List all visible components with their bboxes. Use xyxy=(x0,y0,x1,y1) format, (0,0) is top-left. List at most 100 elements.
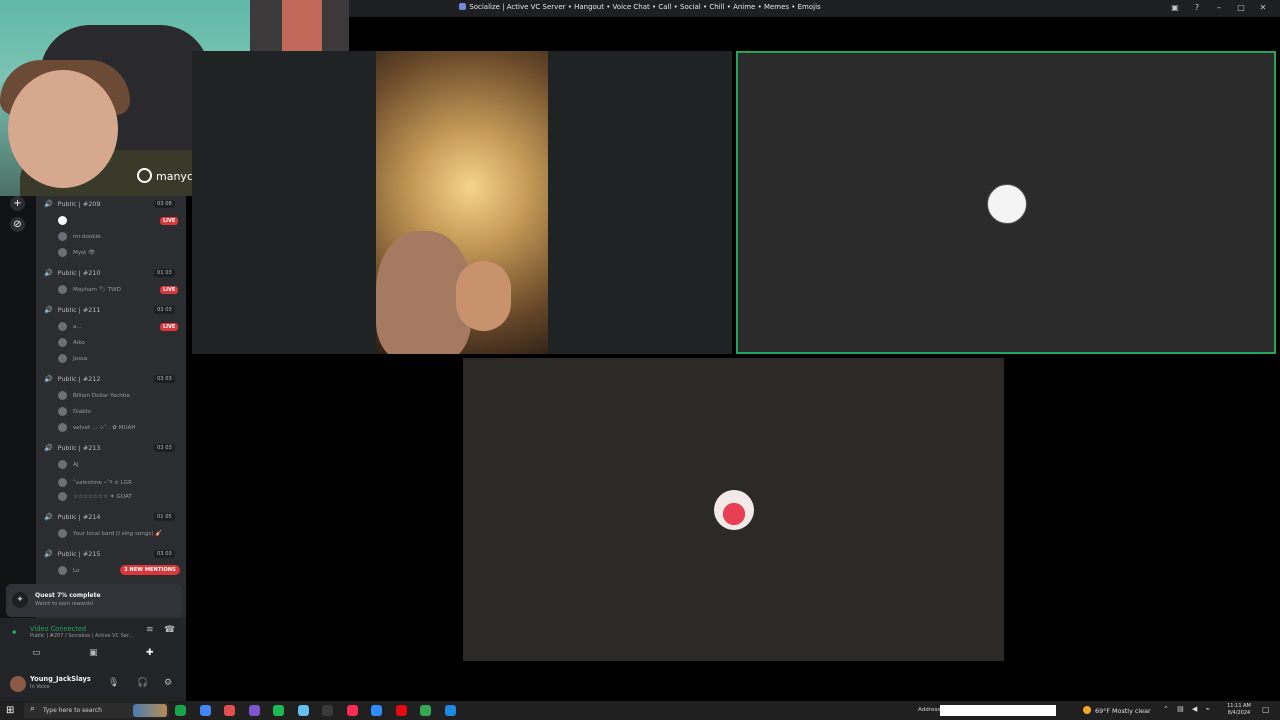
voice-status[interactable]: Video Connected xyxy=(30,625,86,633)
weather-text: 69°F Mostly clear xyxy=(1095,707,1151,715)
avatar xyxy=(58,566,67,575)
participant-video xyxy=(376,51,548,354)
speaker-icon: 🔊 xyxy=(44,375,53,383)
voice-channel-count: 01 05 xyxy=(154,513,175,521)
avatar xyxy=(58,248,67,257)
maximize-button[interactable]: □ xyxy=(1230,3,1252,12)
clock-date: 8/4/2024 xyxy=(1227,710,1251,716)
voice-channel[interactable]: Public | #207 / Socialize | Active VC Se… xyxy=(30,633,133,639)
taskbar-app-icon[interactable] xyxy=(347,705,358,716)
avatar xyxy=(58,322,67,331)
participant-avatar xyxy=(714,490,754,530)
voice-channel-item[interactable]: 🔊 Public | #211 03 03 xyxy=(44,306,175,314)
taskbar-app-icon[interactable] xyxy=(396,705,407,716)
avatar xyxy=(58,232,67,241)
notification-icon[interactable]: ▢ xyxy=(1262,705,1270,714)
voice-user-name: Your local bard (I sing songs) 🎸 xyxy=(73,531,163,537)
signal-icon[interactable]: ⦁ xyxy=(12,627,17,637)
voice-user-item[interactable]: ˚valentine ⋆˚࿔ ✮ LGR xyxy=(58,476,132,492)
user-panel: Young_JackSlays In Voice 🎙 🎧 ⚙ xyxy=(0,668,186,701)
quest-panel[interactable]: ✦ Quest 7% complete Watch to earn reward… xyxy=(6,584,182,617)
taskbar-app-icon[interactable] xyxy=(175,705,186,716)
voice-user-item[interactable]: AJ xyxy=(58,460,78,469)
taskbar-app-icon[interactable] xyxy=(273,705,284,716)
voice-channel-count: 03 03 xyxy=(154,375,175,383)
voice-user-item[interactable]: Jossa xyxy=(58,354,87,363)
inbox-icon[interactable]: ▣ xyxy=(1164,3,1186,12)
voice-user-name: Lo xyxy=(73,568,80,574)
clock[interactable]: 11:11 AM 8/4/2024 xyxy=(1224,703,1254,717)
voice-panel: ⦁ Video Connected Public | #207 / Social… xyxy=(0,618,186,668)
taskbar-app-icon[interactable] xyxy=(420,705,431,716)
voice-user-item[interactable]: Billion Dollar Yachtie xyxy=(58,391,130,400)
voice-channel-count: 03 08 xyxy=(154,200,175,208)
quest-icon: ✦ xyxy=(12,592,28,608)
voice-user-name: Diablo xyxy=(73,409,91,415)
screen-share-icon[interactable]: ▣ xyxy=(89,648,98,658)
activities-icon[interactable]: ✚ xyxy=(146,648,154,658)
voice-user-item[interactable]: a... xyxy=(58,322,82,331)
speaker-icon: 🔊 xyxy=(44,444,53,452)
voice-user-item[interactable]: Aiko xyxy=(58,338,85,347)
voice-user-item[interactable]: velvet ⸝⸝ ⊹˚ . ✿ MUAH xyxy=(58,423,136,432)
taskbar-app-icon[interactable] xyxy=(200,705,211,716)
video-tile[interactable] xyxy=(463,358,1004,661)
address-input[interactable] xyxy=(940,705,1056,716)
username[interactable]: Young_JackSlays xyxy=(30,675,91,683)
noise-suppression-icon[interactable]: ≋ xyxy=(146,625,154,635)
voice-channel-name: Public | #212 xyxy=(57,375,101,383)
voice-channel-item[interactable]: 🔊 Public | #213 03 03 xyxy=(44,444,175,452)
avatar xyxy=(58,285,67,294)
taskbar-app-icon[interactable] xyxy=(371,705,382,716)
voice-user-item[interactable] xyxy=(58,216,73,225)
taskbar-app-icon[interactable] xyxy=(298,705,309,716)
voice-user-item[interactable]: Lo xyxy=(58,566,79,575)
new-mentions-badge[interactable]: 3 NEW MENTIONS xyxy=(120,565,180,575)
taskbar: ⊞ ⌕ Type here to search Address 69°F Mos… xyxy=(0,701,1280,720)
avatar[interactable] xyxy=(10,676,26,692)
taskbar-app-icon[interactable] xyxy=(445,705,456,716)
settings-gear-icon[interactable]: ⚙ xyxy=(164,678,172,688)
avatar xyxy=(58,423,67,432)
participant-video-person xyxy=(456,261,511,331)
taskbar-app-icon[interactable] xyxy=(322,705,333,716)
disconnect-icon[interactable]: ☎ xyxy=(164,625,175,635)
system-tray[interactable]: ⌃ ▤ ◀ ⌁ xyxy=(1163,705,1213,713)
avatar xyxy=(58,391,67,400)
voice-user-item[interactable]: ☆☆☆☆☆☆☆ ✦ GOAT xyxy=(58,492,132,501)
voice-channel-item[interactable]: 🔊 Public | #212 03 03 xyxy=(44,375,175,383)
help-icon[interactable]: ? xyxy=(1186,3,1208,12)
add-server-icon[interactable]: + xyxy=(10,196,25,211)
voice-user-item[interactable]: Mayham 🏷 TWD xyxy=(58,285,121,294)
voice-channel-item[interactable]: 🔊 Public | #209 03 08 xyxy=(44,200,175,208)
voice-channel-item[interactable]: 🔊 Public | #215 03 03 xyxy=(44,550,175,558)
live-badge: LIVE xyxy=(160,323,179,331)
taskbar-app-icon[interactable] xyxy=(249,705,260,716)
voice-channel-item[interactable]: 🔊 Public | #214 01 05 xyxy=(44,513,175,521)
headphones-icon[interactable]: 🎧 xyxy=(137,678,148,688)
avatar xyxy=(58,478,67,487)
voice-user-item[interactable]: Your local bard (I sing songs) 🎸 xyxy=(58,529,162,538)
voice-user-item[interactable]: mr.dookie xyxy=(58,232,101,241)
video-tile[interactable] xyxy=(192,51,732,354)
speaker-icon: 🔊 xyxy=(44,200,53,208)
taskbar-search[interactable]: ⌕ Type here to search xyxy=(24,703,169,718)
windows-start-icon[interactable]: ⊞ xyxy=(6,705,14,716)
taskbar-app-icon[interactable] xyxy=(224,705,235,716)
microphone-icon[interactable]: 🎙 xyxy=(108,678,119,688)
camera-icon[interactable]: ▭ xyxy=(32,648,41,658)
search-placeholder: Type here to search xyxy=(43,707,102,714)
voice-channel-item[interactable]: 🔊 Public | #210 01 03 xyxy=(44,269,175,277)
voice-user-name: Billion Dollar Yachtie xyxy=(73,393,131,399)
voice-user-item[interactable]: Myst 👁 xyxy=(58,248,95,257)
discover-icon[interactable]: ⊘ xyxy=(10,217,25,232)
voice-channel-count: 03 03 xyxy=(154,444,175,452)
video-tile-speaking[interactable] xyxy=(736,51,1276,354)
clock-time: 11:11 AM xyxy=(1227,703,1251,709)
voice-user-item[interactable]: Diablo xyxy=(58,407,91,416)
minimize-button[interactable]: – xyxy=(1208,3,1230,12)
weather-widget[interactable]: 69°F Mostly clear xyxy=(1083,706,1151,715)
search-highlight-image xyxy=(133,704,167,717)
voice-channel-name: Public | #215 xyxy=(57,550,101,558)
close-button[interactable]: ✕ xyxy=(1252,3,1274,12)
